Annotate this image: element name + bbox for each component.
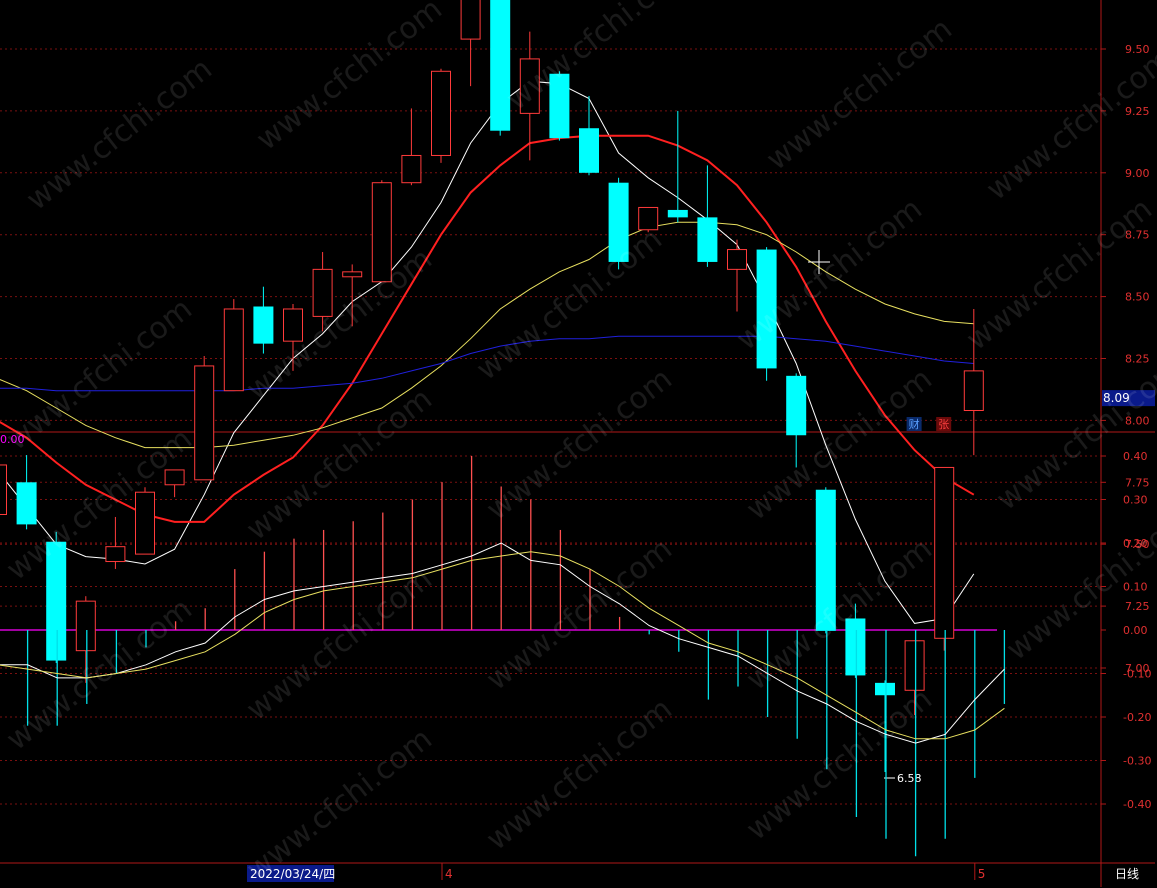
event-badge: 张 [938,418,949,431]
x-axis-month-label: 4 [445,867,453,881]
candle-body-down[interactable] [875,682,895,696]
candle-body-up[interactable] [519,58,540,114]
candle-body-up[interactable] [431,70,451,156]
candle-body-down[interactable] [608,182,629,262]
candle-body-down[interactable] [490,0,511,131]
candle-body-down[interactable] [786,375,807,436]
price-tick-label: 9.50 [1125,43,1150,56]
candle-body-up[interactable] [75,600,96,652]
candle-body-down[interactable] [549,73,570,139]
candle-body-up[interactable] [342,271,363,278]
candle-body-up[interactable] [460,0,481,40]
candle-body-down[interactable] [697,217,718,262]
macd-tick-label: 0.30 [1123,494,1148,507]
candle-body-up[interactable] [638,206,659,231]
candle-body-down[interactable] [756,249,777,369]
price-tick-label: 8.75 [1125,229,1150,242]
candle-body-up[interactable] [194,365,215,481]
macd-tick-label: 0.20 [1123,537,1148,550]
event-badge: 财 [909,417,920,431]
candle-body-down[interactable] [253,306,274,344]
macd-value-readout: 0.00 [0,433,25,446]
candle-body-up[interactable] [727,249,747,270]
price-tick-label: 9.25 [1125,105,1150,118]
candle-body-down[interactable] [815,489,836,631]
candle-body-down[interactable] [16,482,37,525]
last-price-label: 8.09 [1103,391,1130,405]
macd-tick-label: -0.10 [1123,668,1151,681]
candle-body-up[interactable] [934,466,955,639]
candle-body-up[interactable] [401,154,422,184]
candle-body-down[interactable] [46,541,67,661]
x-axis-date-label: 2022/03/24/四 [250,867,335,881]
candle-body-down[interactable] [667,209,688,218]
moving-average-line-3 [0,221,974,449]
candle-body-up[interactable] [283,308,303,342]
candle-body-up[interactable] [223,308,244,392]
price-tick-label: 9.00 [1125,167,1150,180]
price-tick-label: 8.00 [1125,414,1150,427]
candle-body-down[interactable] [845,618,866,676]
moving-average-line-4 [0,335,974,392]
period-label: 日线 [1115,867,1139,881]
macd-tick-label: 0.40 [1123,450,1148,463]
price-tick-label: 7.75 [1125,476,1150,489]
macd-tick-label: -0.40 [1123,798,1151,811]
price-tick-label: 7.25 [1125,600,1150,613]
moving-average-line-2 [0,134,975,523]
candle-body-up[interactable] [904,640,925,691]
candle-body-up[interactable] [371,182,392,283]
candle-body-up[interactable] [0,464,7,515]
macd-tick-label: -0.30 [1123,755,1151,768]
candle-body-up[interactable] [312,268,333,317]
candle-body-up[interactable] [963,370,984,411]
price-tick-label: 8.50 [1125,291,1150,304]
price-tick-label: 8.25 [1125,353,1150,366]
candle-body-up[interactable] [164,469,185,486]
candle-body-up[interactable] [135,491,155,555]
macd-tick-label: -0.20 [1123,711,1151,724]
macd-tick-label: 0.00 [1123,624,1148,637]
candle-body-up[interactable] [105,546,126,563]
x-axis-month-label: 5 [978,867,986,881]
candle-body-down[interactable] [579,128,599,173]
low-price-marker: 6.58 [897,772,922,785]
chart-canvas[interactable]: 9.509.259.008.758.508.258.007.757.507.25… [0,0,1157,887]
macd-tick-label: 0.10 [1123,581,1148,594]
